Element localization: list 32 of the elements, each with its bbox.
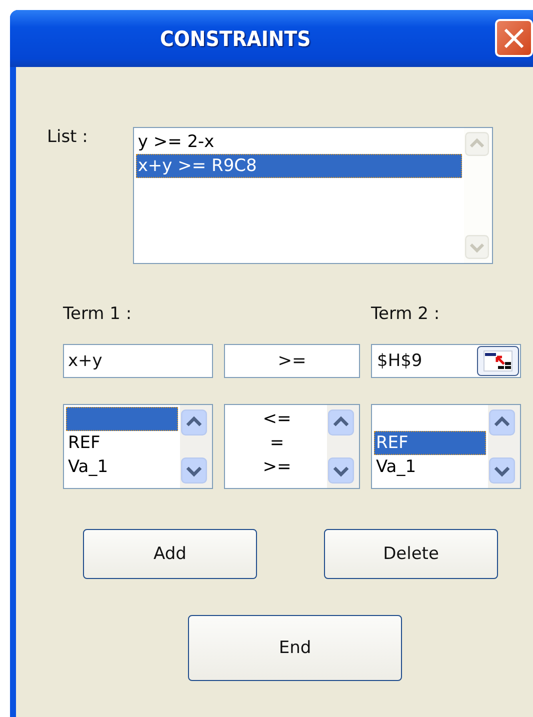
- scroll-up-icon[interactable]: [181, 407, 207, 438]
- term-label: Term 2 :: [371, 304, 441, 324]
- end-button[interactable]: End: [188, 615, 402, 681]
- option-list[interactable]: <= = >=: [224, 404, 360, 489]
- list-item[interactable]: <=: [227, 407, 325, 431]
- input-field[interactable]: >=: [224, 344, 360, 378]
- scroll-up-icon[interactable]: [489, 407, 515, 438]
- window-title: CONSTRAINTS: [160, 26, 311, 50]
- action-button[interactable]: Add: [83, 529, 257, 579]
- select-range-button[interactable]: [477, 346, 519, 376]
- list-item[interactable]: Va_1: [66, 455, 178, 479]
- option-list[interactable]: REF Va_1: [371, 404, 521, 489]
- list-item[interactable]: =: [227, 431, 325, 455]
- scroll-down-icon[interactable]: [489, 455, 515, 486]
- reference-field[interactable]: $H$9: [371, 344, 521, 378]
- list-label: List :: [47, 127, 88, 149]
- term-label: Term 1 :: [63, 304, 133, 324]
- list-item[interactable]: y >= 2-x: [136, 130, 462, 154]
- list-item[interactable]: x+y >= R9C8: [136, 154, 462, 178]
- list-item[interactable]: REF: [374, 431, 486, 455]
- list-item[interactable]: >=: [227, 455, 325, 479]
- scroll-down-icon[interactable]: [181, 455, 207, 486]
- list-item[interactable]: REF: [66, 431, 178, 455]
- option-list[interactable]: REF Va_1: [63, 404, 213, 489]
- input-field[interactable]: x+y: [63, 344, 213, 378]
- action-button[interactable]: Delete: [324, 529, 498, 579]
- scroll-up-icon[interactable]: [328, 407, 354, 438]
- close-button[interactable]: ×: [495, 19, 533, 57]
- scroll-down-icon[interactable]: [328, 455, 354, 486]
- range-select-icon: [483, 350, 513, 372]
- constraint-list[interactable]: y >= 2-x x+y >= R9C8: [132, 127, 493, 264]
- list-item[interactable]: Va_1: [374, 455, 486, 479]
